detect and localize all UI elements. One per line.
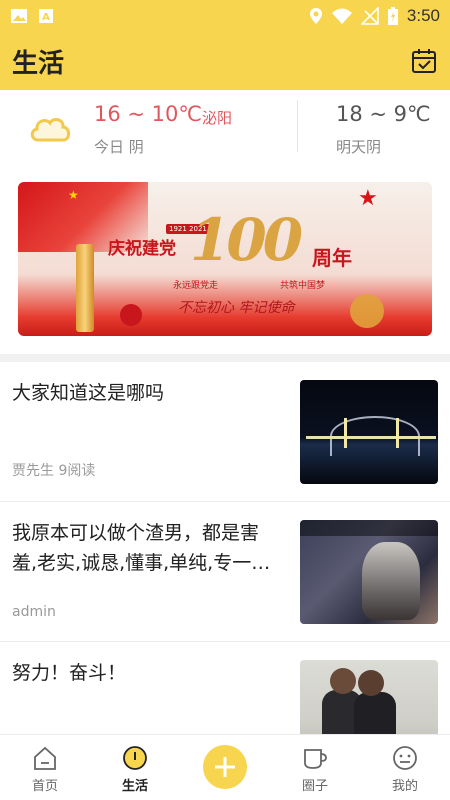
page-title: 生活	[12, 48, 65, 79]
nav-label: 生活	[121, 779, 148, 794]
nav-mine[interactable]: 我的	[360, 735, 450, 800]
emblem-icon	[120, 304, 142, 326]
nav-label: 首页	[31, 779, 58, 794]
article-meta: 贾先生 9阅读	[12, 463, 96, 479]
home-icon	[34, 746, 56, 770]
app-bar: 生活	[0, 32, 450, 90]
nav-label: 圈子	[301, 779, 328, 794]
status-time: 3:50	[406, 6, 440, 25]
banner-sub-left: 永远跟党走	[173, 281, 219, 291]
plus-icon	[215, 757, 235, 777]
article-thumbnail	[300, 380, 438, 484]
life-icon	[123, 746, 147, 770]
banner-sub-right: 共筑中国梦	[280, 281, 326, 291]
lion-decoration	[350, 294, 384, 328]
nav-life[interactable]: 生活	[90, 735, 180, 800]
tomorrow-temperature: 18 ~ 9℃	[336, 102, 431, 126]
calendar-check-icon[interactable]	[410, 47, 438, 75]
today-description: 今日 阴	[94, 138, 144, 156]
banner-heading: 庆祝建党	[108, 239, 176, 259]
status-bar: A 3:50	[0, 0, 450, 32]
signal-off-icon	[360, 7, 379, 25]
city-name: 泌阳	[202, 109, 233, 127]
cloud-icon	[30, 118, 71, 142]
nav-circle[interactable]: 圈子	[270, 735, 360, 800]
weather-panel: 16 ~ 10℃ 泌阳 今日 阴 18 ~ 9℃ 明天阴	[0, 90, 450, 172]
weather-divider	[297, 100, 298, 152]
location-icon	[309, 8, 322, 24]
article-title: 我原本可以做个渣男，都是害羞,老实,诚恳,懂事,单纯,专一…	[12, 522, 271, 574]
star-icon: ★	[358, 186, 378, 211]
article-item[interactable]: 大家知道这是哪吗 贾先生 9阅读	[0, 362, 450, 502]
banner-number: 100	[190, 206, 303, 274]
article-thumbnail	[300, 520, 438, 624]
tomorrow-description: 明天阴	[336, 138, 382, 156]
nav-home[interactable]: 首页	[0, 735, 90, 800]
article-meta: admin	[12, 604, 56, 620]
article-title: 努力！奋斗！	[12, 662, 127, 684]
image-icon	[11, 9, 27, 23]
battery-charging-icon	[387, 7, 398, 25]
add-post-button[interactable]	[203, 745, 247, 789]
promo-banner[interactable]: ★ ★ 1921 2021 庆祝建党 100 周年 永远跟党走 共筑中国梦 不忘…	[18, 182, 432, 336]
nav-label: 我的	[391, 779, 418, 794]
banner-slogan: 不忘初心 牢记使命	[178, 300, 295, 316]
article-item[interactable]: 我原本可以做个渣男，都是害羞,老实,诚恳,懂事,单纯,专一… admin	[0, 502, 450, 642]
cup-icon	[304, 749, 327, 769]
star-icon: ★	[68, 188, 79, 202]
svg-text:A: A	[42, 12, 50, 23]
wifi-icon	[331, 8, 352, 24]
a-badge-icon: A	[39, 9, 53, 23]
section-divider	[0, 354, 450, 362]
today-temperature: 16 ~ 10℃	[94, 102, 202, 126]
bottom-nav: 首页 生活 圈子 我的	[0, 734, 450, 800]
pillar-decoration	[76, 244, 94, 332]
banner-suffix: 周年	[312, 246, 352, 270]
smiley-icon	[393, 746, 417, 770]
article-title: 大家知道这是哪吗	[12, 382, 165, 404]
